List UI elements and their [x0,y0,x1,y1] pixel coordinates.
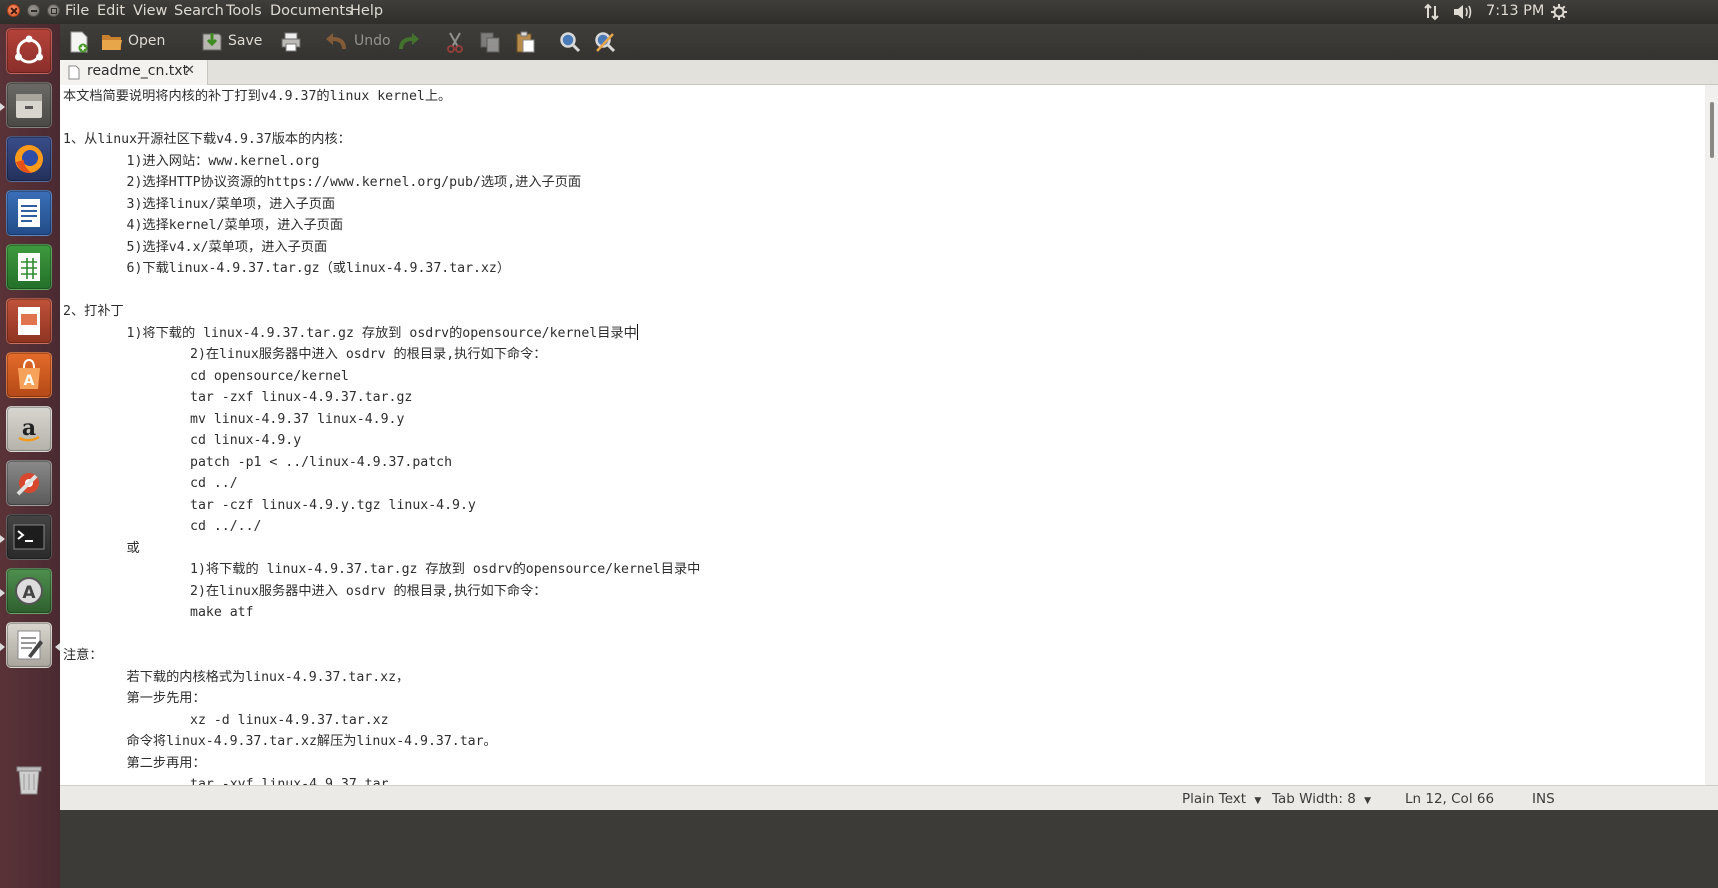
new-document-icon [70,31,88,53]
redo-icon [399,33,419,50]
syntax-selector[interactable]: Plain Text ▼ [1182,791,1261,807]
libreoffice-impress-icon[interactable] [6,298,52,344]
copy-button[interactable] [478,29,504,55]
network-icon[interactable] [1423,3,1441,25]
search-replace-button[interactable] [593,29,619,55]
undo-button[interactable]: Undo [324,29,391,55]
cut-icon [447,32,463,53]
menu-tools[interactable]: Tools [226,3,262,19]
insert-mode: INS [1532,791,1555,807]
vertical-scrollbar[interactable] [1705,85,1718,785]
document-text-after-cursor: 2)在linux服务器中进入 osdrv 的根目录,执行如下命令： cd ope… [63,347,701,785]
print-icon [281,32,301,52]
new-document-button[interactable] [68,29,94,55]
copy-icon [480,32,500,53]
running-indicator [0,103,5,111]
svg-text:A: A [24,373,35,389]
chevron-down-icon: ▼ [1254,796,1262,806]
trash-icon[interactable] [6,756,52,802]
terminal-icon[interactable] [6,514,52,560]
save-label: Save [228,33,263,49]
window-maximize-button[interactable] [47,4,60,17]
open-button[interactable]: Open [100,29,222,55]
text-editor-icon[interactable] [6,622,52,668]
print-button[interactable] [279,29,305,55]
tab-readme-cn[interactable]: readme_cn.txt ✕ [60,60,208,85]
tab-close-icon[interactable]: ✕ [184,63,195,78]
search-button[interactable] [558,29,584,55]
document-text-before-cursor: 本文档简要说明将内核的补丁打到v4.9.37的linux kernel上。 1、… [63,89,637,341]
ubuntu-software-icon[interactable]: A [6,352,52,398]
save-button[interactable]: Save [200,29,262,55]
gear-icon[interactable] [1550,3,1568,25]
undo-label: Undo [354,33,391,49]
tab-title: readme_cn.txt [87,63,189,79]
running-indicator [0,535,5,543]
status-bar: Plain Text ▼ Tab Width: 8 ▼ Ln 12, Col 6… [60,785,1718,811]
launcher: A a A [0,24,61,888]
firefox-icon[interactable] [6,136,52,182]
running-indicator [0,589,5,597]
save-icon [202,33,222,51]
svg-text:A: A [22,583,36,603]
search-replace-icon [595,32,616,53]
libreoffice-calc-icon[interactable] [6,244,52,290]
tab-width-label: Tab Width: 8 [1272,791,1356,807]
toolbar: Open Save Undo [60,24,1718,60]
software-updater-icon[interactable]: A [6,568,52,614]
paste-icon [516,31,535,53]
text-cursor [636,323,638,340]
folder-open-icon [102,35,122,50]
open-label: Open [128,33,166,49]
redo-button[interactable] [397,29,423,55]
menu-documents[interactable]: Documents [270,3,353,19]
paste-button[interactable] [513,29,539,55]
menu-view[interactable]: View [133,3,167,19]
syntax-label: Plain Text [1182,791,1247,807]
text-file-icon [68,65,80,80]
search-icon [560,32,581,53]
running-indicator [0,643,5,651]
text-editor-area[interactable]: 本文档简要说明将内核的补丁打到v4.9.37的linux kernel上。 1、… [60,85,1705,785]
undo-icon [326,33,346,50]
cursor-position: Ln 12, Col 66 [1405,791,1495,807]
system-settings-icon[interactable] [6,460,52,506]
document-text[interactable]: 本文档简要说明将内核的补丁打到v4.9.37的linux kernel上。 1、… [63,86,700,785]
dash-home-icon[interactable] [6,28,52,74]
volume-icon[interactable] [1452,3,1474,25]
tab-bar: readme_cn.txt ✕ [60,60,1718,85]
window-close-button[interactable] [7,4,20,17]
scrollbar-thumb[interactable] [1710,102,1714,158]
top-panel: File Edit View Search Tools Documents He… [0,0,1718,24]
window-minimize-button[interactable] [27,4,40,17]
menu-search[interactable]: Search [174,3,224,19]
amazon-icon[interactable]: a [6,406,52,452]
menu-edit[interactable]: Edit [97,3,125,19]
libreoffice-writer-icon[interactable] [6,190,52,236]
menu-help[interactable]: Help [350,3,383,19]
desktop-background [60,810,1718,888]
files-icon[interactable] [6,82,52,128]
clock[interactable]: 7:13 PM [1486,3,1544,19]
svg-text:a: a [22,415,36,441]
menu-file[interactable]: File [65,3,89,19]
chevron-down-icon: ▼ [1364,796,1372,806]
tab-width-selector[interactable]: Tab Width: 8 ▼ [1272,791,1371,807]
cut-button[interactable] [443,29,469,55]
